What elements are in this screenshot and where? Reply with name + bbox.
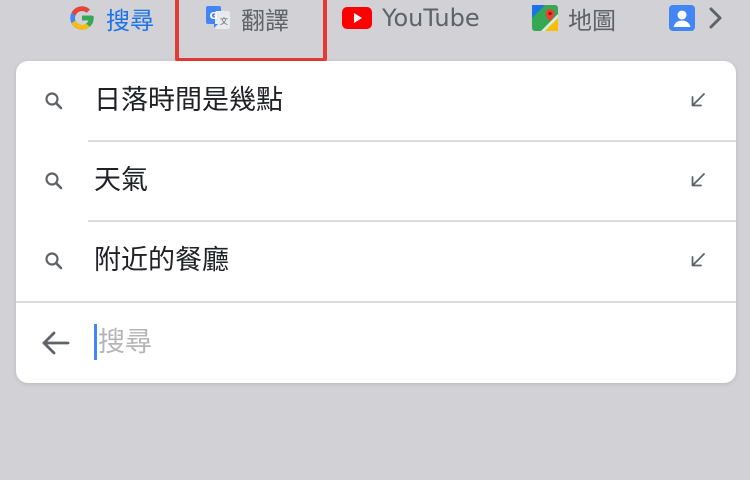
google-g-icon <box>68 4 96 32</box>
search-icon <box>42 89 66 113</box>
app-shortcut-bar: 搜尋 G 文 翻譯 YouTube 地圖 <box>0 0 750 62</box>
contacts-icon <box>668 4 696 32</box>
app-shortcut-more[interactable] <box>668 0 726 36</box>
suggestion-text: 天氣 <box>94 165 148 196</box>
search-icon <box>42 169 66 193</box>
fill-query-arrow-icon[interactable] <box>686 248 710 272</box>
suggestion-text: 附近的餐廳 <box>94 245 229 276</box>
fill-query-arrow-icon[interactable] <box>686 88 710 112</box>
app-shortcut-label: 搜尋 <box>106 6 154 35</box>
back-arrow-icon[interactable] <box>38 325 74 361</box>
suggestions-card: 日落時間是幾點 天氣 附近的餐廳 搜尋 <box>16 61 736 383</box>
youtube-icon <box>342 7 372 29</box>
suggestion-item[interactable]: 附近的餐廳 <box>16 221 736 301</box>
search-icon <box>42 249 66 273</box>
suggestion-item[interactable]: 日落時間是幾點 <box>16 61 736 141</box>
search-bar <box>16 302 736 383</box>
highlight-annotation-box <box>175 0 327 62</box>
suggestion-item[interactable]: 天氣 <box>16 141 736 221</box>
app-shortcut-maps[interactable]: 地圖 <box>532 0 616 36</box>
app-shortcut-label: 地圖 <box>568 6 616 35</box>
google-maps-icon <box>532 5 558 31</box>
chevron-right-icon[interactable] <box>706 6 726 30</box>
app-shortcut-label: YouTube <box>382 4 480 32</box>
suggestion-text: 日落時間是幾點 <box>94 85 283 116</box>
screen: 搜尋 G 文 翻譯 YouTube 地圖 日落時間是幾點 天氣 附近的餐廳 搜尋 <box>0 0 750 480</box>
fill-query-arrow-icon[interactable] <box>686 168 710 192</box>
app-shortcut-search[interactable]: 搜尋 <box>68 0 154 36</box>
text-caret <box>94 324 97 360</box>
search-input[interactable] <box>98 320 658 364</box>
app-shortcut-youtube[interactable]: YouTube <box>342 0 480 36</box>
